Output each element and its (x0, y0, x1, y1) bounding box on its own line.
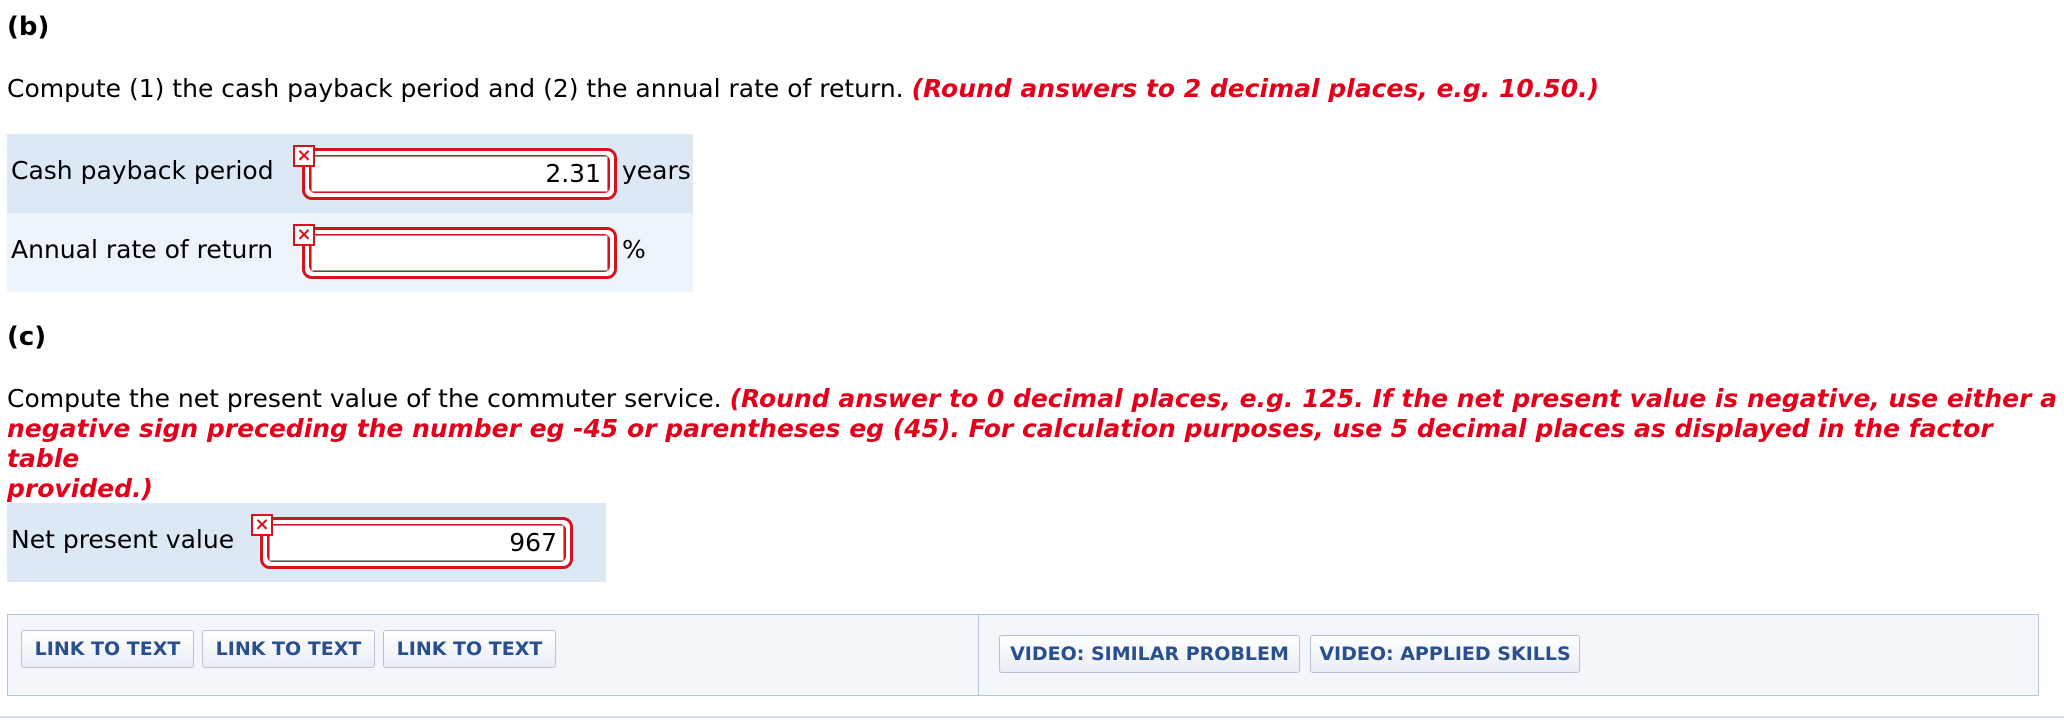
link-to-text-button-3[interactable]: LINK TO TEXT (383, 630, 556, 668)
part-c-instruction-text: Compute the net present value of the com… (7, 384, 722, 413)
npv-row: Net present value 967 × (7, 503, 606, 582)
annual-return-unit: % (622, 235, 646, 264)
cash-payback-error-frame: 2.31 (302, 148, 617, 200)
resource-links-bar: LINK TO TEXT LINK TO TEXT LINK TO TEXT V… (7, 614, 2039, 696)
bottom-border (0, 716, 2064, 718)
part-b-instruction: Compute (1) the cash payback period and … (7, 74, 1599, 104)
part-c-rounding-note-3: provided.) (7, 474, 153, 503)
annual-return-error-frame (302, 227, 617, 279)
footer-divider (978, 615, 979, 695)
link-to-text-button-1[interactable]: LINK TO TEXT (21, 630, 194, 668)
error-x-icon: × (293, 224, 315, 246)
part-c-rounding-note-1: (Round answer to 0 decimal places, e.g. … (729, 384, 2057, 413)
npv-error-frame: 967 (260, 517, 573, 569)
npv-input[interactable]: 967 (269, 525, 564, 561)
npv-label: Net present value (11, 525, 235, 554)
error-x-icon: × (251, 514, 273, 536)
part-c-heading: (c) (7, 322, 47, 352)
error-x-icon: × (293, 145, 315, 167)
cash-payback-unit: years (622, 156, 691, 185)
video-similar-problem-button[interactable]: VIDEO: SIMILAR PROBLEM (999, 635, 1300, 673)
part-c-rounding-note-2: negative sign preceding the number eg -4… (7, 414, 1993, 473)
video-applied-skills-button[interactable]: VIDEO: APPLIED SKILLS (1310, 635, 1580, 673)
cash-payback-label: Cash payback period (11, 156, 274, 185)
part-c-instruction: Compute the net present value of the com… (7, 384, 2064, 504)
link-to-text-button-2[interactable]: LINK TO TEXT (202, 630, 375, 668)
part-b-instruction-text: Compute (1) the cash payback period and … (7, 74, 904, 103)
part-b-rounding-note: (Round answers to 2 decimal places, e.g.… (911, 74, 1600, 103)
cash-payback-input[interactable]: 2.31 (311, 156, 608, 192)
annual-return-row: Annual rate of return × % (7, 213, 693, 292)
cash-payback-row: Cash payback period 2.31 × years (7, 134, 693, 213)
annual-return-input[interactable] (311, 235, 608, 271)
annual-return-label: Annual rate of return (11, 235, 274, 264)
part-b-heading: (b) (7, 12, 50, 42)
